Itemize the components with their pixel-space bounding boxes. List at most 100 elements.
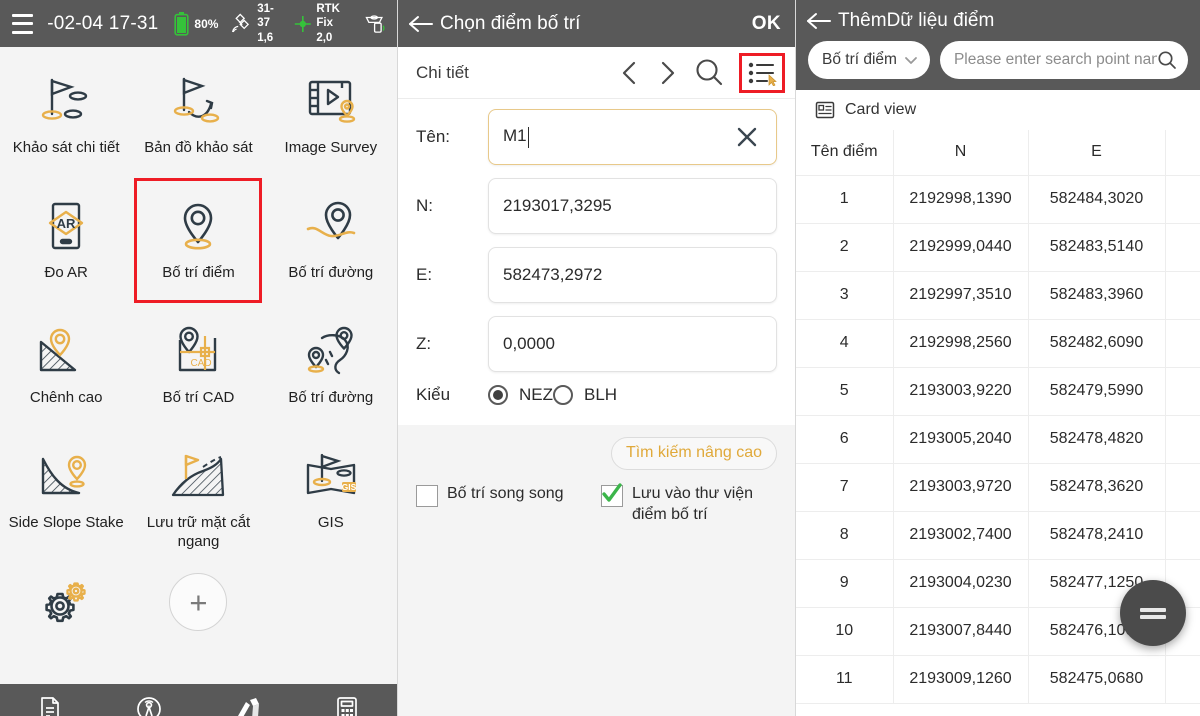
- tile-settings[interactable]: [0, 559, 132, 684]
- point-form: Tên: M1 N: 2193017: [398, 99, 795, 425]
- tile-bo-tri-diem[interactable]: Bố trí điểm: [132, 184, 264, 309]
- cell-north: 2193003,9720: [893, 463, 1028, 511]
- tile-label: Bố trí đường: [288, 264, 373, 283]
- svg-text:CAD: CAD: [191, 358, 212, 369]
- tile-gis[interactable]: GIS GIS: [265, 434, 397, 559]
- elevation-difference-icon: [35, 321, 97, 383]
- app-root: -02-04 17-31 80%: [0, 0, 1200, 716]
- cell-east: 582478,4820: [1028, 415, 1165, 463]
- cell-north: 2193003,9220: [893, 367, 1028, 415]
- tile-ban-do-khao-sat[interactable]: Bản đồ khảo sát: [132, 59, 264, 184]
- mid-header: Chọn điểm bố trí OK: [398, 0, 795, 47]
- table-row[interactable]: 8 2193002,7400 582478,2410: [796, 511, 1200, 559]
- tile-add-tool[interactable]: +: [132, 559, 264, 684]
- mid-panel: Chọn điểm bố trí OK Chi tiết: [398, 0, 796, 716]
- table-row[interactable]: 3 2192997,3510 582483,3960: [796, 271, 1200, 319]
- card-view-toggle[interactable]: Card view: [796, 90, 1200, 130]
- hamburger-menu-icon[interactable]: [12, 14, 33, 34]
- ar-phone-icon: AR: [35, 196, 97, 258]
- tile-label: Bố trí đường: [288, 389, 373, 408]
- table-row[interactable]: 5 2193003,9220 582479,5990: [796, 367, 1200, 415]
- tile-khao-sat-chi-tiet[interactable]: Khảo sát chi tiết: [0, 59, 132, 184]
- document-icon: [37, 696, 63, 716]
- nav-item-thiet-bi[interactable]: Thiết bị: [99, 696, 198, 716]
- chevron-left-icon[interactable]: [618, 58, 642, 88]
- cell-point-name: 2: [796, 223, 893, 271]
- advanced-search-row: Tìm kiếm nâng cao: [416, 437, 777, 470]
- col-header-e[interactable]: E: [1028, 130, 1165, 175]
- point-type-select[interactable]: Bố trí điểm: [808, 41, 930, 79]
- cell-extra: [1165, 655, 1200, 703]
- tile-luu-tru-mat-cat-ngang[interactable]: Lưu trữ mặt cắt ngang: [132, 434, 264, 559]
- point-search-box[interactable]: [940, 41, 1188, 79]
- radio-blh[interactable]: BLH: [553, 385, 617, 405]
- cell-point-name: 5: [796, 367, 893, 415]
- cell-east: 582484,3020: [1028, 175, 1165, 223]
- search-input[interactable]: [954, 51, 1157, 69]
- points-table-wrap[interactable]: Tên điểm N E 1 2192998,1390 582484,3020: [796, 130, 1200, 716]
- tile-bo-tri-duong-2[interactable]: Bố trí đường: [265, 309, 397, 434]
- cell-north: 2193002,7400: [893, 511, 1028, 559]
- side-slope-stake-icon: [35, 446, 97, 508]
- checkbox-label: Lưu vào thư viện điểm bố trí: [632, 484, 777, 526]
- point-stakeout-pin-icon: [167, 196, 229, 258]
- mode-label: Kiểu: [416, 385, 488, 405]
- text-caret: [528, 127, 530, 148]
- nav-item-cogo[interactable]: COGO: [298, 696, 397, 716]
- table-row[interactable]: 11 2193009,1260 582475,0680: [796, 655, 1200, 703]
- checkbox-box-unchecked: [416, 485, 438, 507]
- table-row[interactable]: 4 2192998,2560 582482,6090: [796, 319, 1200, 367]
- search-icon[interactable]: [1157, 50, 1177, 70]
- col-header-extra[interactable]: [1165, 130, 1200, 175]
- right-header-top: ThêmDữ liệu điểm: [796, 0, 1200, 41]
- checkbox-luu-vao-thu-vien[interactable]: Lưu vào thư viện điểm bố trí: [601, 484, 777, 526]
- search-icon[interactable]: [692, 56, 726, 90]
- flag-map-survey-icon: [167, 71, 229, 133]
- radio-nez[interactable]: NEZ: [488, 385, 553, 405]
- col-header-ten-diem[interactable]: Tên điểm: [796, 130, 893, 175]
- tile-side-slope-stake[interactable]: Side Slope Stake: [0, 434, 132, 559]
- cross-section-storage-icon: [167, 446, 229, 508]
- table-header-row: Tên điểm N E: [796, 130, 1200, 175]
- cell-point-name: 8: [796, 511, 893, 559]
- cell-extra: [1165, 271, 1200, 319]
- options-checkbox-row: Bố trí song song Lưu vào thư viện điểm b…: [416, 484, 777, 526]
- ok-button[interactable]: OK: [752, 13, 781, 35]
- elevation-field[interactable]: 0,0000: [488, 316, 777, 372]
- north-field[interactable]: 2193017,3295: [488, 178, 777, 234]
- tile-label: Bản đồ khảo sát: [144, 139, 252, 158]
- east-field[interactable]: 582473,2972: [488, 247, 777, 303]
- close-x-icon[interactable]: [732, 122, 762, 152]
- table-row[interactable]: 6 2193005,2040 582478,4820: [796, 415, 1200, 463]
- menu-fab-icon[interactable]: [1120, 580, 1186, 646]
- tile-bo-tri-duong-1[interactable]: Bố trí đường: [265, 184, 397, 309]
- road-stakeout-icon: [300, 321, 362, 383]
- rtk-values: RTK Fix 2,0: [316, 2, 351, 45]
- tile-chenh-cao[interactable]: Chênh cao: [0, 309, 132, 434]
- table-row[interactable]: 1 2192998,1390 582484,3020: [796, 175, 1200, 223]
- satellite-status: 31-37 1,6: [231, 2, 280, 45]
- tile-do-ar[interactable]: AR Đo AR: [0, 184, 132, 309]
- table-row[interactable]: 2 2192999,0440 582483,5140: [796, 223, 1200, 271]
- back-arrow-icon[interactable]: [806, 10, 832, 32]
- cell-east: 582482,6090: [1028, 319, 1165, 367]
- cell-north: 2193004,0230: [893, 559, 1028, 607]
- nav-item-khao-sat[interactable]: Khảo sát: [199, 696, 298, 716]
- tile-image-survey[interactable]: Image Survey: [265, 59, 397, 184]
- subbar-title: Chi tiết: [416, 63, 618, 83]
- table-row[interactable]: 7 2193003,9720 582478,3620: [796, 463, 1200, 511]
- back-arrow-icon[interactable]: [408, 13, 434, 35]
- right-panel-title: ThêmDữ liệu điểm: [838, 10, 994, 32]
- tile-label: Image Survey: [285, 139, 378, 158]
- tile-bo-tri-cad[interactable]: CAD Bố trí CAD: [132, 309, 264, 434]
- battery-percent: 80%: [194, 17, 218, 31]
- tile-label: Đo AR: [44, 264, 87, 283]
- advanced-search-button[interactable]: Tìm kiếm nâng cao: [611, 437, 777, 470]
- checkbox-bo-tri-song-song[interactable]: Bố trí song song: [416, 484, 601, 526]
- name-field[interactable]: M1: [488, 109, 777, 165]
- cell-north: 2192999,0440: [893, 223, 1028, 271]
- nav-item-cong-viec[interactable]: Công việc: [0, 696, 99, 716]
- list-select-icon[interactable]: [739, 53, 785, 93]
- col-header-n[interactable]: N: [893, 130, 1028, 175]
- chevron-right-icon[interactable]: [655, 58, 679, 88]
